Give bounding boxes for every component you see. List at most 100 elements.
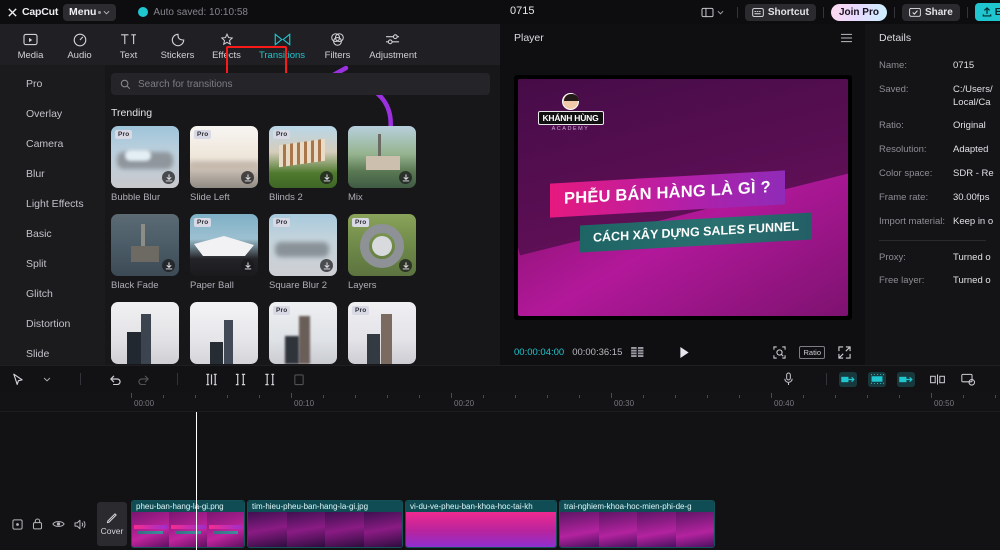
transition-thumbnail[interactable] (111, 302, 179, 364)
timeline-clip[interactable]: vi-du-ve-pheu-ban-khoa-hoc-tai-kh (405, 500, 557, 548)
download-icon[interactable] (320, 171, 333, 184)
transition-item[interactable]: Pro (348, 302, 416, 364)
category-basic[interactable]: Basic (0, 219, 105, 249)
keyframe-icon[interactable] (12, 518, 23, 530)
transition-thumbnail[interactable] (111, 214, 179, 276)
transition-item[interactable]: Pro Layers (348, 214, 416, 291)
clip-in-icon[interactable] (839, 371, 857, 387)
transition-item[interactable] (190, 302, 258, 364)
split-icon[interactable] (204, 372, 219, 387)
transition-thumbnail[interactable]: Pro (190, 214, 258, 276)
transition-item[interactable]: Black Fade (111, 214, 179, 291)
tab-filters[interactable]: Filters (313, 29, 362, 61)
timeline-tracks[interactable]: Cover pheu-ban-hang-la-gi.png tim-hieu-p… (0, 412, 1000, 550)
tab-effects[interactable]: Effects (202, 29, 251, 61)
transition-thumbnail[interactable]: Pro (348, 214, 416, 276)
details-title: Details (879, 32, 912, 44)
transition-item[interactable]: Pro Bubble Blur (111, 126, 179, 203)
category-slide[interactable]: Slide (0, 339, 105, 365)
frames-icon[interactable] (631, 347, 644, 357)
category-light-effects[interactable]: Light Effects (0, 189, 105, 219)
transition-thumbnail[interactable]: Pro (111, 126, 179, 188)
eye-icon[interactable] (52, 519, 65, 529)
download-icon[interactable] (162, 259, 175, 272)
category-pro[interactable]: Pro (0, 69, 105, 99)
trash-icon[interactable] (291, 372, 306, 387)
transition-item[interactable] (111, 302, 179, 364)
transition-item[interactable]: Pro Paper Ball (190, 214, 258, 291)
current-timecode[interactable]: 00:00:04:00 (514, 347, 564, 358)
transition-thumbnail[interactable]: Pro (269, 302, 337, 364)
detail-value[interactable]: Original (953, 120, 986, 133)
tab-stickers[interactable]: Stickers (153, 29, 202, 61)
category-distortion[interactable]: Distortion (0, 309, 105, 339)
chevron-down-icon[interactable] (39, 372, 54, 387)
tab-transitions[interactable]: Transitions (251, 29, 313, 61)
category-glitch[interactable]: Glitch (0, 279, 105, 309)
timeline-clip[interactable]: pheu-ban-hang-la-gi.png (131, 500, 245, 548)
download-icon[interactable] (320, 259, 333, 272)
playhead[interactable] (196, 412, 197, 550)
detail-value[interactable]: Turned o (953, 275, 991, 288)
tab-media[interactable]: Media (6, 29, 55, 61)
transition-thumbnail[interactable] (190, 302, 258, 364)
lock-icon[interactable] (32, 518, 43, 530)
mirror-icon[interactable] (930, 372, 945, 387)
download-icon[interactable] (162, 171, 175, 184)
ratio-button[interactable]: Ratio (799, 345, 825, 359)
transition-thumbnail[interactable]: Pro (190, 126, 258, 188)
preview-icon[interactable] (961, 372, 976, 387)
download-icon[interactable] (399, 171, 412, 184)
transition-item[interactable]: Pro (269, 302, 337, 364)
layout-switch-button[interactable] (701, 7, 724, 18)
transition-thumbnail[interactable]: Pro (269, 214, 337, 276)
category-split[interactable]: Split (0, 249, 105, 279)
download-icon[interactable] (399, 259, 412, 272)
share-button[interactable]: Share (901, 3, 960, 21)
transition-item[interactable]: Mix (348, 126, 416, 203)
category-overlay[interactable]: Overlay (0, 99, 105, 129)
detail-value[interactable]: Adapted (953, 144, 988, 157)
download-icon[interactable] (241, 259, 254, 272)
transition-thumbnail[interactable]: Pro (348, 302, 416, 364)
menu-button[interactable]: Menu (63, 3, 117, 21)
trim-right-icon[interactable] (262, 372, 277, 387)
search-transitions-input[interactable]: Search for transitions (111, 73, 490, 95)
tab-audio[interactable]: Audio (55, 29, 104, 61)
transition-thumbnail[interactable] (348, 126, 416, 188)
trim-left-icon[interactable] (233, 372, 248, 387)
player-canvas[interactable]: KHÁNH HÙNG ACADEMY PHỄU BÁN HÀNG LÀ GÌ ?… (513, 75, 852, 320)
detail-value[interactable]: SDR - Re (953, 168, 994, 181)
timeline-ruler[interactable]: 00:00 00:10 00:20 00:30 00:40 00:50 (0, 392, 1000, 412)
zoom-fit-icon[interactable] (773, 345, 787, 359)
detail-value[interactable]: Keep in o (953, 216, 993, 229)
transition-thumbnail[interactable]: Pro (269, 126, 337, 188)
undo-icon[interactable] (107, 372, 122, 387)
transition-item[interactable]: Pro Square Blur 2 (269, 214, 337, 291)
detail-value[interactable]: Turned o (953, 252, 991, 265)
speaker-icon[interactable] (74, 519, 87, 530)
fullscreen-icon[interactable] (838, 345, 851, 359)
detail-value[interactable]: 30.00fps (953, 192, 989, 205)
microphone-icon[interactable] (781, 372, 796, 387)
cursor-icon[interactable] (10, 372, 25, 387)
transition-item[interactable]: Pro Slide Left (190, 126, 258, 203)
download-icon[interactable] (241, 171, 254, 184)
hamburger-icon[interactable] (840, 33, 853, 43)
category-camera[interactable]: Camera (0, 129, 105, 159)
cover-button[interactable]: Cover (97, 502, 127, 546)
export-button[interactable]: Ex (974, 3, 1000, 21)
clip-out-icon[interactable] (897, 371, 915, 387)
tab-text[interactable]: Text (104, 29, 153, 61)
transition-item[interactable]: Pro Blinds 2 (269, 126, 337, 203)
join-pro-button[interactable]: Join Pro (830, 3, 887, 21)
timeline-clip[interactable]: tim-hieu-pheu-ban-hang-la-gi.jpg (247, 500, 403, 548)
play-icon[interactable] (679, 346, 690, 359)
auto-cut-icon[interactable] (868, 371, 886, 387)
timeline-clip[interactable]: trai-nghiem-khoa-hoc-mien-phi-de-g (559, 500, 715, 548)
shortcut-button[interactable]: Shortcut (744, 3, 816, 21)
transition-name: Slide Left (190, 192, 230, 203)
category-blur[interactable]: Blur (0, 159, 105, 189)
tab-adjustment[interactable]: Adjustment (362, 29, 424, 61)
redo-icon[interactable] (136, 372, 151, 387)
